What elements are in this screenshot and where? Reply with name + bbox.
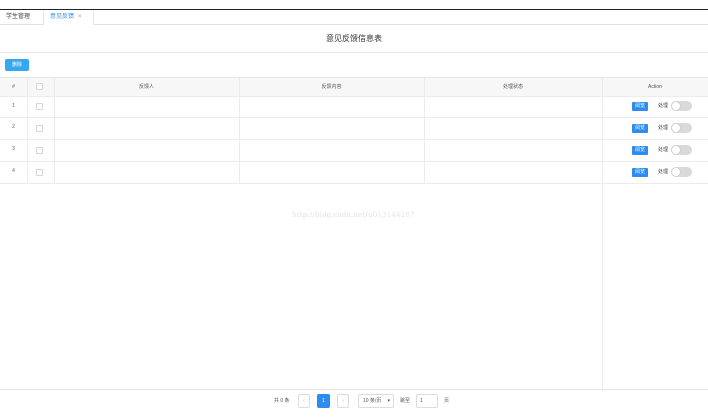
view-button[interactable]: 阅览 [632,168,648,177]
column-header-content: 反馈内容 [321,84,342,90]
cell-status [424,117,602,138]
view-button[interactable]: 阅览 [632,124,648,133]
cell-content [239,117,424,138]
row-checkbox[interactable] [36,169,43,176]
watermark-text: http://blog.csdn.net/u013144287 [292,211,415,219]
divider [0,52,708,53]
row-index: 1 [12,103,15,109]
toggle-knob [672,146,680,154]
delete-button[interactable]: 删除 [5,59,29,71]
handle-toggle[interactable] [671,101,692,111]
column-header-action: Action [648,84,662,90]
tab-label: 意见反馈 [50,14,75,20]
toggle-knob [672,168,680,176]
cell-content [239,161,424,182]
column-header-status: 处理状态 [502,84,523,90]
cell-person [54,161,239,182]
page-button-current[interactable]: 1 [317,394,330,408]
cell-person [54,139,239,160]
handle-toggle[interactable] [671,167,692,177]
divider [0,389,708,390]
row-divider [0,183,708,184]
cell-status [424,96,602,117]
row-checkbox[interactable] [36,103,43,110]
column-divider [602,78,603,390]
tab-feedback[interactable]: 意见反馈 × [44,10,94,25]
page-size-value: 10 条/页 [363,398,382,404]
tab-bar: 学生管理 意见反馈 × [0,10,708,25]
cell-status [424,139,602,160]
handle-toggle[interactable] [671,145,692,155]
cell-person [54,96,239,117]
cell-status [424,161,602,182]
handle-label: 处理 [658,103,669,109]
handle-label: 处理 [658,125,669,131]
column-header-person: 反馈人 [138,84,154,90]
column-divider [27,78,28,183]
row-index: 4 [12,168,15,174]
column-header-index: # [12,84,15,90]
view-button[interactable]: 阅览 [632,102,648,111]
chevron-down-icon: ▾ [387,398,390,404]
page-title: 意见反馈信息表 [326,34,382,43]
view-button[interactable]: 阅览 [632,146,648,155]
total-count: 共 0 条 [274,398,290,404]
row-checkbox[interactable] [36,147,43,154]
handle-toggle[interactable] [671,123,692,133]
page-unit-label: 页 [444,398,450,404]
select-all-checkbox[interactable] [36,83,43,90]
row-index: 3 [12,146,15,152]
close-icon[interactable]: × [78,14,82,20]
prev-page-button[interactable]: ‹ [298,394,310,408]
handle-label: 处理 [658,147,669,153]
handle-label: 处理 [658,169,669,175]
next-page-button[interactable]: › [337,394,349,408]
feedback-table: # 反馈人 反馈内容 处理状态 Action 1 阅览 处理 2 阅览 处理 3… [0,77,708,390]
jump-label: 跳至 [400,398,411,404]
jump-page-input[interactable]: 1 [416,394,438,408]
cell-content [239,96,424,117]
cell-content [239,139,424,160]
tab-student-management[interactable]: 学生管理 [0,10,44,25]
cell-person [54,117,239,138]
row-index: 2 [12,124,15,130]
row-checkbox[interactable] [36,125,43,132]
tab-label: 学生管理 [6,14,31,20]
toggle-knob [672,124,680,132]
page-size-select[interactable]: 10 条/页 ▾ [358,394,394,408]
toggle-knob [672,102,680,110]
